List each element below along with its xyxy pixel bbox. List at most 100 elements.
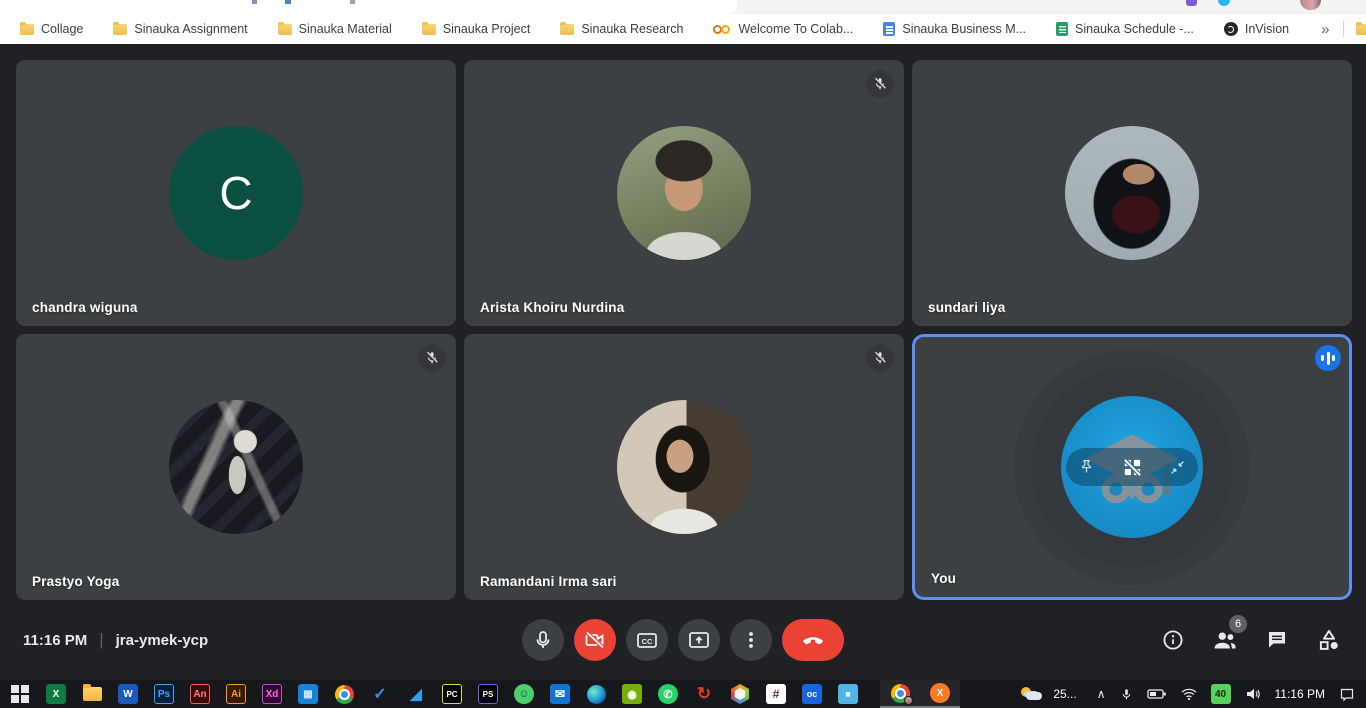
xampp-icon[interactable]: X [920,680,960,708]
bookmark-sinauka-research[interactable]: Sinauka Research [560,22,683,36]
participant-tile-prastyo[interactable]: Prastyo Yoga [16,334,456,600]
animate-icon[interactable]: An [182,680,218,708]
extension-icon[interactable] [1218,0,1230,6]
bookmark-label: Sinauka Research [581,22,683,36]
profile-badge [904,696,913,705]
calendar-icon[interactable]: ▦ [290,680,326,708]
more-options-button[interactable] [730,619,772,661]
pin-icon[interactable] [1078,458,1095,476]
activities-icon [1316,627,1342,653]
bookmark-label: Collage [41,22,83,36]
bookmark-sinauka-project[interactable]: Sinauka Project [422,22,531,36]
avatar-photo [169,400,303,534]
audio-pulse-ring [1032,367,1232,567]
slack-icon[interactable]: # [758,680,794,708]
whatsapp-icon[interactable]: ✆ [650,680,686,708]
bookmark-welcome-to-colab[interactable]: Welcome To Colab... [713,22,853,36]
participants-button[interactable]: 6 [1212,627,1238,653]
video-call-app-icon[interactable]: ■ [830,680,866,708]
hexagon-app-icon[interactable] [722,680,758,708]
self-tile-you[interactable]: You [912,334,1352,600]
android-studio-icon[interactable]: ☺ [506,680,542,708]
bookmark-sinauka-material[interactable]: Sinauka Material [278,22,392,36]
tray-expand-icon[interactable]: ∧ [1090,680,1113,708]
microphone-button[interactable] [522,619,564,661]
activities-button[interactable] [1316,627,1342,653]
videocam-off-icon [583,628,607,652]
avatar-photo [617,126,751,260]
file-explorer-icon[interactable] [74,680,110,708]
leave-call-button[interactable] [782,619,844,661]
minimize-icon[interactable] [1169,459,1186,476]
chat-button[interactable] [1264,627,1290,653]
bookmark-sinauka-business-m[interactable]: Sinauka Business M... [883,22,1026,36]
tray-battery-icon[interactable] [1140,680,1174,708]
chrome-icon[interactable] [326,680,362,708]
participant-tile-chandra[interactable]: C chandra wiguna [16,60,456,326]
bookmark-label: InVision [1245,22,1289,36]
participant-tile-ramandani[interactable]: Ramandani Irma sari [464,334,904,600]
avatar-initial-letter: C [219,166,252,220]
svg-text:CC: CC [642,637,653,646]
bookmark-label: Sinauka Material [299,22,392,36]
mic-muted-badge [866,344,894,372]
edge-icon[interactable] [578,680,614,708]
windows-taskbar: X WPsAnAiXd▦ ✓◢PCPS☺✉ ◉✆↻ #oc■ X 25...∧ 40 11:… [0,680,1366,708]
other-bookmarks[interactable]: Other bookmarks [1356,22,1366,36]
folder-icon [113,24,127,35]
bookmark-collage[interactable]: Collage [20,22,83,36]
photoshop-icon[interactable]: Ps [146,680,182,708]
chrome-profile-window-icon[interactable] [880,680,920,708]
excel-icon[interactable]: X [38,680,74,708]
participant-tile-arista[interactable]: Arista Khoiru Nurdina [464,60,904,326]
bookmarks-overflow-chevron[interactable]: » [1319,21,1331,38]
red-swirl-recorder-icon[interactable]: ↻ [686,680,722,708]
meeting-details-button[interactable] [1160,627,1186,653]
bookmark-sinauka-schedule[interactable]: Sinauka Schedule -... [1056,22,1194,36]
phpstorm-icon[interactable]: PS [470,680,506,708]
illustrator-icon[interactable]: Ai [218,680,254,708]
more-vert-icon [739,628,763,652]
action-center-icon[interactable] [1332,680,1362,708]
start-icon[interactable] [2,680,38,708]
weather-icon[interactable]: 25... [1004,680,1089,708]
toolbar-fragment [285,0,291,4]
tray-wifi-icon[interactable] [1174,680,1204,708]
tray-clock-icon[interactable]: 11:16 PM [1268,680,1332,708]
folder-icon [422,24,436,35]
sheets-icon [1056,22,1068,36]
word-icon[interactable]: W [110,680,146,708]
bookmark-invision[interactable]: InVision [1224,22,1289,36]
battery-percent-badge-icon[interactable]: 40 [1204,680,1238,708]
bookmark-sinauka-assignment[interactable]: Sinauka Assignment [113,22,247,36]
bookmarks-divider [1343,21,1344,37]
captions-button[interactable]: CC [626,619,668,661]
folder-icon [560,24,574,35]
camera-off-button[interactable] [574,619,616,661]
separator: | [99,630,103,650]
mic-icon [531,628,555,652]
pycharm-icon[interactable]: PC [434,680,470,708]
extension-icon[interactable] [1186,0,1197,6]
mic-off-icon [424,350,440,366]
bookmarks-bar: Collage Sinauka Assignment Sinauka Materia… [0,14,1366,44]
blue-check-app-icon[interactable]: ✓ [362,680,398,708]
mail-icon[interactable]: ✉ [542,680,578,708]
avatar-photo [1065,126,1199,260]
mic-muted-badge [866,70,894,98]
browser-profile-avatar[interactable] [1300,0,1321,10]
grid-off-icon[interactable] [1121,456,1144,479]
toolbar-fragment [252,0,257,4]
avatar-initial: C [169,126,303,260]
meet-main: C chandra wiguna Arista Khoiru Nurdina s… [0,44,1366,680]
avatar-you [1061,396,1203,538]
present-now-button[interactable] [678,619,720,661]
adobe-xd-icon[interactable]: Xd [254,680,290,708]
participant-tile-sundari[interactable]: sundari liya [912,60,1352,326]
screen-camera-app-icon[interactable]: ◉ [614,680,650,708]
oc-blue-app-icon[interactable]: oc [794,680,830,708]
tray-microphone-icon[interactable] [1113,680,1140,708]
tray-volume-icon[interactable] [1238,680,1268,708]
participant-name: Arista Khoiru Nurdina [480,300,624,315]
vscode-icon[interactable]: ◢ [398,680,434,708]
